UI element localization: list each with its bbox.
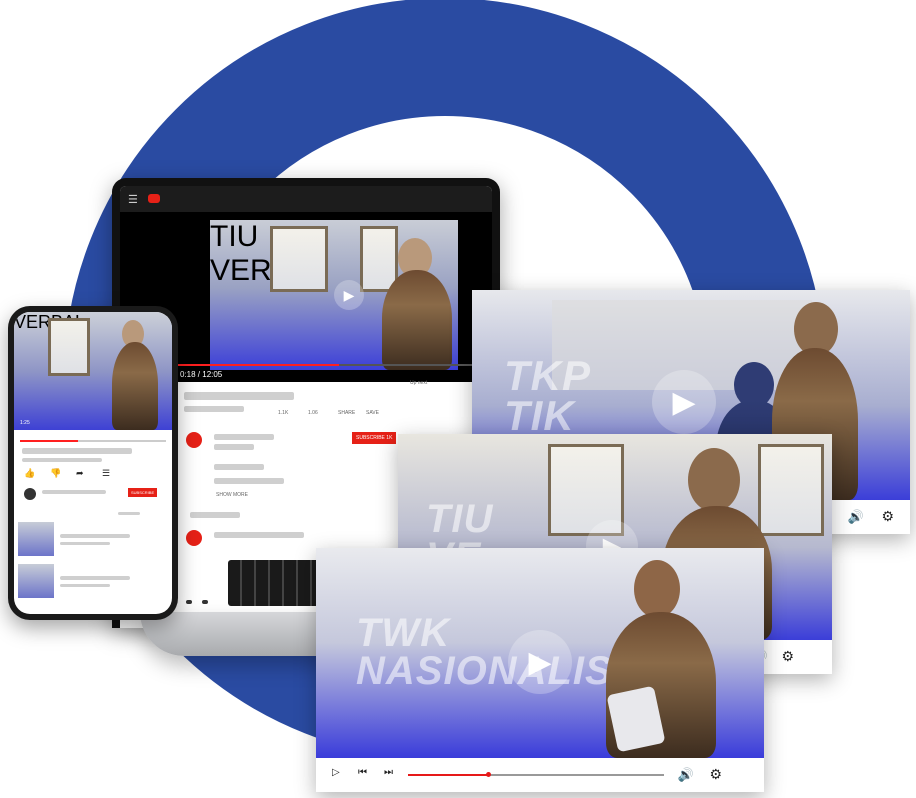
channel-name-placeholder <box>42 490 106 494</box>
phone-device: VERBAL 1:25 👍 👎 ➦ ☰ SUBSCRIBE <box>8 306 178 620</box>
channel-name-placeholder <box>214 434 274 440</box>
recommended-title-placeholder <box>60 534 130 538</box>
phone-views-placeholder <box>22 458 102 462</box>
description-placeholder <box>214 464 264 470</box>
video-title-placeholder <box>184 392 294 400</box>
phone-video-title: VERBAL <box>14 312 172 333</box>
presenter-figure <box>112 342 158 430</box>
laptop-port <box>202 600 208 604</box>
progress-fill <box>408 774 488 776</box>
channel-avatar[interactable] <box>186 432 202 448</box>
laptop-port <box>186 600 192 604</box>
share-button[interactable]: SHARE <box>338 410 355 416</box>
autoplay-toggle[interactable] <box>118 512 140 515</box>
skip-next-icon[interactable]: ⏭ <box>384 767 393 778</box>
subscriber-placeholder <box>214 444 254 450</box>
volume-icon[interactable]: 🔊 <box>678 767 694 783</box>
video-card-title: TKP TIK <box>504 352 591 439</box>
presenter-figure <box>382 270 452 370</box>
phone-title-placeholder <box>22 448 132 454</box>
gear-icon[interactable]: ⚙ <box>781 648 794 665</box>
description-placeholder <box>214 478 284 484</box>
share-icon[interactable]: ➦ <box>76 468 84 479</box>
progress-handle[interactable] <box>486 772 491 777</box>
video-controls: ▷ ⏮ ⏭ 🔊 ⚙ <box>316 758 764 792</box>
dislike-count[interactable]: 1.06 <box>308 410 318 416</box>
phone-screen: VERBAL 1:25 👍 👎 ➦ ☰ SUBSCRIBE <box>14 312 172 614</box>
up-next-label: Up next <box>410 380 428 386</box>
window-image <box>758 444 824 536</box>
presenter-head <box>688 448 740 512</box>
laptop-progress-bar[interactable] <box>175 364 474 366</box>
window-image <box>270 226 328 292</box>
play-icon[interactable]: ▶ <box>334 280 364 310</box>
recommended-thumbnail[interactable] <box>18 564 54 598</box>
phone-subscribe-button[interactable]: SUBSCRIBE <box>128 488 158 497</box>
skip-previous-icon[interactable]: ⏮ <box>358 767 367 778</box>
like-count[interactable]: 1.1K <box>278 410 288 416</box>
play-icon[interactable]: ▶ <box>508 630 572 694</box>
play-icon[interactable]: ▷ <box>332 767 340 778</box>
channel-avatar[interactable] <box>24 488 36 500</box>
comments-placeholder <box>190 512 240 518</box>
presenter-head <box>634 560 680 618</box>
dislike-icon[interactable]: 👎 <box>50 468 61 479</box>
views-placeholder <box>184 406 244 412</box>
like-icon[interactable]: 👍 <box>24 468 35 479</box>
comment-input-placeholder[interactable] <box>214 532 304 538</box>
menu-icon[interactable]: ☰ <box>128 193 138 206</box>
laptop-video-frame: TIU VERBAL ▶ <box>210 220 458 370</box>
phone-progress-bar[interactable] <box>20 440 166 442</box>
video-card-twk: TWK NASIONALISME ▶ ▷ ⏮ ⏭ 🔊 ⚙ <box>316 548 764 792</box>
phone-time: 1:25 <box>20 420 30 426</box>
subscribe-button[interactable]: SUBSCRIBE 1K <box>352 432 397 444</box>
laptop-time: 0:18 / 12:05 <box>180 370 223 379</box>
video-card-media[interactable]: TWK NASIONALISME ▶ <box>316 548 764 758</box>
play-icon[interactable]: ▶ <box>652 370 716 434</box>
window-image <box>48 318 90 376</box>
commenter-avatar <box>186 530 202 546</box>
add-to-playlist-icon[interactable]: ☰ <box>102 468 110 479</box>
volume-icon[interactable]: 🔊 <box>848 509 864 525</box>
save-button[interactable]: SAVE <box>366 410 379 416</box>
video-logo-icon[interactable] <box>148 194 160 203</box>
video-site-topbar: ☰ <box>120 186 492 212</box>
show-more-button[interactable]: SHOW MORE <box>216 492 248 498</box>
recommended-title-placeholder <box>60 576 130 580</box>
recommended-meta-placeholder <box>60 542 110 545</box>
recommended-thumbnail[interactable] <box>18 522 54 556</box>
gear-icon[interactable]: ⚙ <box>881 508 894 525</box>
gear-icon[interactable]: ⚙ <box>709 766 722 783</box>
phone-video-player[interactable]: VERBAL 1:25 <box>14 312 172 430</box>
recommended-meta-placeholder <box>60 584 110 587</box>
